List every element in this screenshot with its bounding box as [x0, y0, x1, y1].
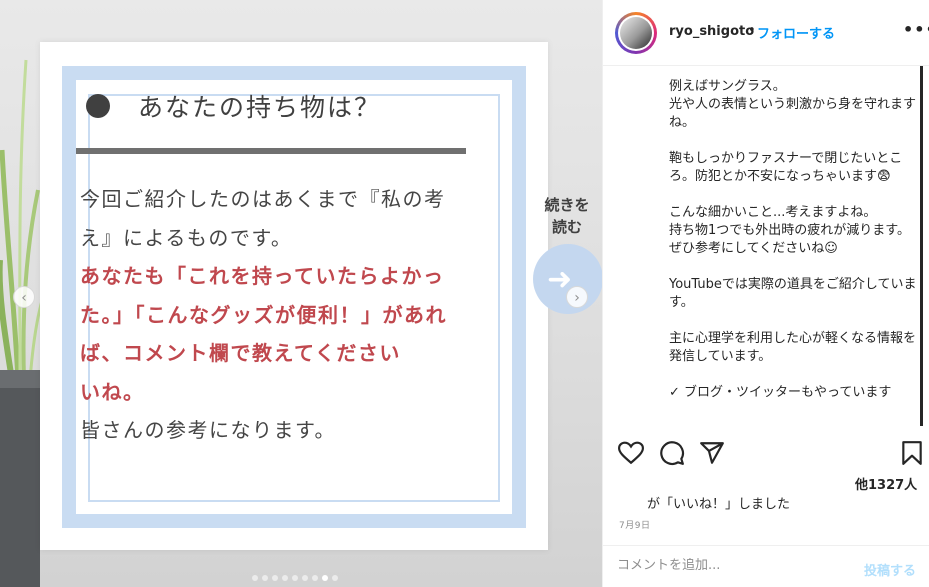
caption-scroll[interactable]: 例えばサングラス。 光や人の表情という刺激から身を守れますね。 鞄もしっかりファ…: [603, 66, 923, 426]
plant-pot: [0, 370, 40, 587]
post-date[interactable]: 7月9日: [619, 518, 650, 531]
carousel-dot[interactable]: [332, 575, 338, 581]
carousel-dot[interactable]: [282, 575, 288, 581]
liked-by-text: が「いいね！」しました: [647, 497, 791, 512]
card-title-row: あなたの持ち物は？: [86, 88, 381, 124]
post-header: ryo_shigoto • フォローする •••: [603, 0, 929, 66]
post-comment-button[interactable]: 投稿する: [864, 560, 916, 579]
card-body-intro: 今回ご紹介したのはあくまで『私の考え』によるものです。: [80, 187, 446, 250]
carousel-dot[interactable]: [312, 575, 318, 581]
carousel-dot[interactable]: [272, 575, 278, 581]
bookmark-icon[interactable]: [899, 440, 925, 466]
card-body: 今回ご紹介したのはあくまで『私の考え』によるものです。 あなたも「これを持ってい…: [80, 180, 468, 450]
carousel-dot[interactable]: [322, 575, 328, 581]
chevron-right-icon: ›: [574, 290, 580, 306]
action-bar: [603, 428, 929, 472]
post-image-card: あなたの持ち物は？ 今回ご紹介したのはあくまで『私の考え』によるものです。 あな…: [40, 42, 548, 550]
likes-count[interactable]: 他1327人: [855, 474, 917, 493]
carousel-dot[interactable]: [252, 575, 258, 581]
comment-input[interactable]: [617, 558, 837, 573]
comment-icon[interactable]: [659, 440, 685, 466]
post-sidebar: ryo_shigoto • フォローする ••• 例えばサングラス。 光や人の表…: [602, 0, 929, 587]
carousel-dot[interactable]: [302, 575, 308, 581]
carousel-dots: [252, 575, 338, 581]
carousel-prev-button[interactable]: ‹: [13, 286, 35, 308]
card-body-outro: 皆さんの参考になります。: [80, 418, 336, 442]
avatar[interactable]: [615, 12, 657, 54]
card-title: あなたの持ち物は？: [138, 93, 382, 122]
carousel-next-button[interactable]: ›: [566, 286, 588, 308]
carousel-dot[interactable]: [262, 575, 268, 581]
more-options-icon[interactable]: •••: [903, 20, 929, 39]
title-divider: [76, 148, 466, 154]
plant-pot-rim: [0, 370, 40, 388]
bullet-icon: [86, 94, 110, 118]
username-link[interactable]: ryo_shigoto: [669, 24, 754, 39]
carousel-dot[interactable]: [292, 575, 298, 581]
heart-icon[interactable]: [618, 440, 644, 466]
post-media: あなたの持ち物は？ 今回ご紹介したのはあくまで『私の考え』によるものです。 あな…: [0, 0, 602, 587]
avatar-image: [620, 17, 652, 49]
follow-button[interactable]: フォローする: [757, 23, 835, 42]
chevron-left-icon: ‹: [21, 290, 27, 306]
continue-reading-label: 続きを 読む: [544, 196, 590, 236]
avatar-frame: [618, 15, 654, 51]
card-body-highlight-end: いね。: [80, 379, 145, 404]
comment-bar: 投稿する: [603, 545, 929, 587]
caption-text: 例えばサングラス。 光や人の表情という刺激から身を守れますね。 鞄もしっかりファ…: [669, 79, 917, 400]
share-icon[interactable]: [699, 440, 725, 466]
header-separator: •: [748, 23, 756, 38]
card-body-highlight: あなたも「これを持っていたらよかった。」「こんなグッズが便利！」があれば、コメン…: [80, 264, 447, 365]
